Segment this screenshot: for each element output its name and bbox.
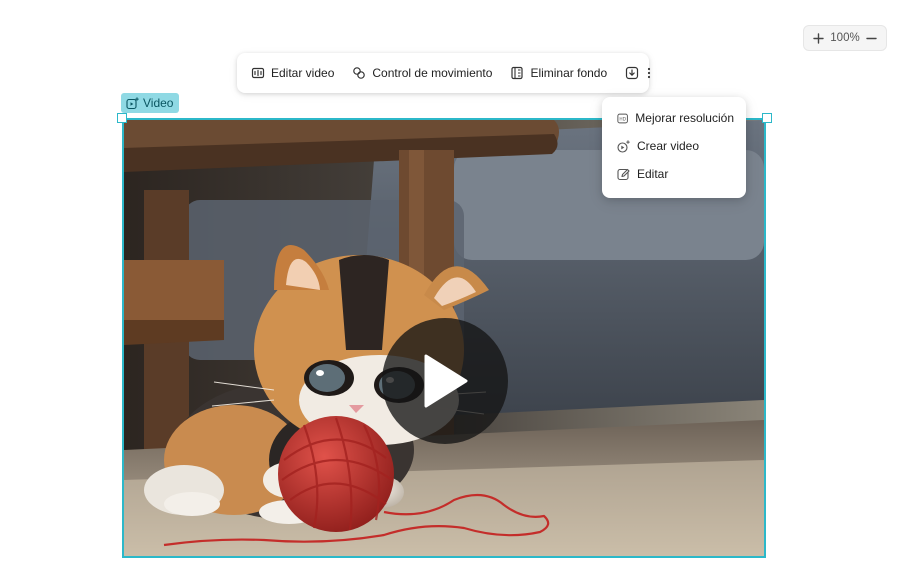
svg-text:HD: HD: [619, 116, 626, 122]
edit-video-button[interactable]: Editar video: [251, 66, 334, 80]
more-vertical-icon: [648, 67, 651, 79]
motion-control-icon: [353, 67, 366, 79]
video-label-tag: Video: [121, 93, 180, 113]
more-options-menu: HD Mejorar resolución Crear video Editar: [602, 97, 746, 198]
canvas: 100% Editar video Control de movimiento: [0, 0, 902, 584]
more-options-button[interactable]: [647, 64, 651, 82]
motion-control-label: Control de movimiento: [372, 66, 493, 80]
edit-pencil-icon: [617, 168, 630, 180]
download-icon: [626, 66, 639, 80]
video-sparkle-icon: [126, 96, 139, 109]
menu-item-create-video[interactable]: Crear video: [602, 132, 746, 160]
remove-background-label: Eliminar fondo: [530, 66, 608, 80]
video-tag-label: Video: [143, 96, 174, 110]
play-icon: [424, 354, 468, 408]
menu-item-create-video-label: Crear video: [637, 139, 700, 153]
resize-handle-top-right[interactable]: [762, 113, 772, 123]
zoom-control: 100%: [803, 25, 887, 51]
download-button[interactable]: [625, 64, 639, 82]
video-toolbar: Editar video Control de movimiento Elimi…: [237, 53, 651, 93]
menu-item-edit[interactable]: Editar: [602, 160, 746, 188]
zoom-out-button[interactable]: [864, 30, 880, 46]
minus-icon: [866, 37, 878, 39]
create-video-icon: [617, 139, 630, 153]
zoom-in-button[interactable]: [810, 30, 826, 46]
motion-control-button[interactable]: Control de movimiento: [352, 66, 492, 80]
hd-icon: HD: [617, 113, 628, 123]
remove-background-button[interactable]: Eliminar fondo: [510, 66, 607, 80]
plus-icon: [812, 32, 824, 44]
resize-handle-top-left[interactable]: [117, 113, 127, 123]
edit-video-icon: [251, 67, 265, 79]
menu-item-upscale[interactable]: HD Mejorar resolución: [602, 104, 746, 132]
menu-item-edit-label: Editar: [637, 167, 669, 181]
play-button[interactable]: [382, 318, 508, 444]
menu-item-upscale-label: Mejorar resolución: [635, 111, 734, 125]
remove-background-icon: [511, 66, 524, 80]
edit-video-label: Editar video: [271, 66, 335, 80]
zoom-level: 100%: [830, 32, 860, 44]
